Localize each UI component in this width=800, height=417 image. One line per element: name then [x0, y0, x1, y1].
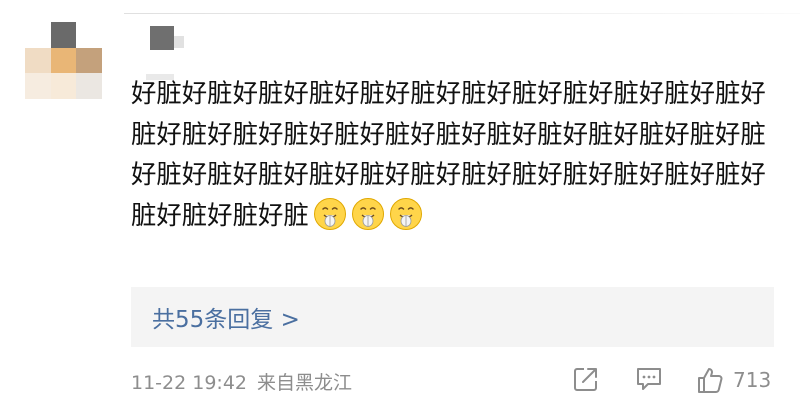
- view-replies-button[interactable]: 共55条回复 >: [131, 287, 774, 347]
- comment-meta: 11-22 19:42 来自黑龙江: [131, 368, 352, 395]
- tongue-grin-emoji: [389, 197, 422, 230]
- thumbs-up-icon: [698, 368, 723, 393]
- share-icon: [574, 368, 597, 391]
- tongue-grin-emoji: [313, 197, 346, 230]
- share-button[interactable]: [571, 364, 601, 394]
- username-blurred-fragment: [174, 36, 184, 48]
- location: 来自黑龙江: [257, 372, 353, 394]
- comment-item: 好脏好脏好脏好脏好脏好脏好脏好脏好脏好脏好脏好脏好脏好脏好脏好脏好脏好脏好脏好脏…: [0, 0, 800, 417]
- avatar[interactable]: [25, 22, 102, 99]
- comment-text: 好脏好脏好脏好脏好脏好脏好脏好脏好脏好脏好脏好脏好脏好脏好脏好脏好脏好脏好脏好脏…: [131, 73, 771, 235]
- timestamp: 11-22 19:42: [131, 372, 248, 394]
- comment-icon: [637, 368, 661, 390]
- like-button[interactable]: 713: [695, 364, 771, 396]
- tongue-grin-emoji: [351, 197, 384, 230]
- like-count: 713: [733, 368, 772, 392]
- username-blurred[interactable]: [150, 26, 174, 50]
- comment-body: 好脏好脏好脏好脏好脏好脏好脏好脏好脏好脏好脏好脏好脏好脏好脏好脏好脏好脏好脏好脏…: [131, 78, 766, 230]
- separator-line: [124, 13, 800, 14]
- view-replies-label: 共55条回复 >: [152, 307, 300, 333]
- reply-button[interactable]: [634, 364, 664, 394]
